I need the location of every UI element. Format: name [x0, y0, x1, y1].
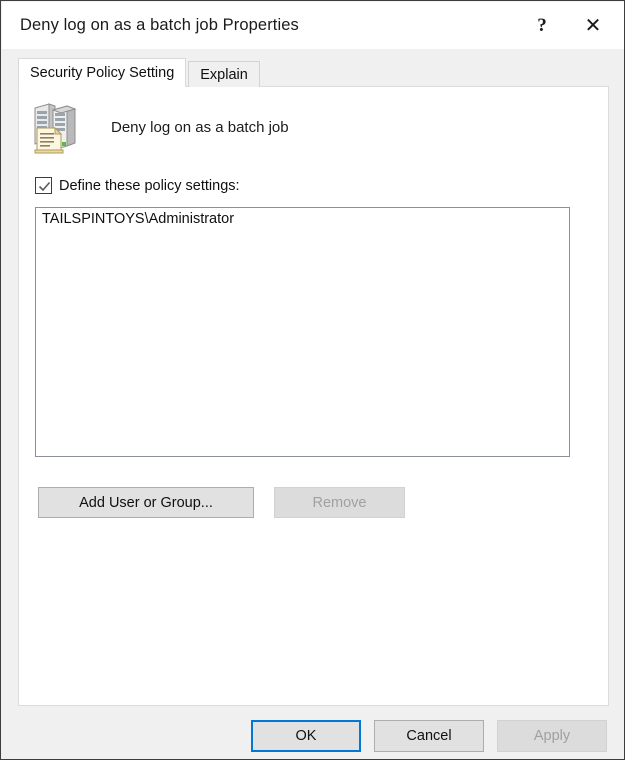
server-policy-icon	[31, 100, 79, 154]
tab-explain[interactable]: Explain	[188, 61, 260, 87]
close-icon: ✕	[584, 14, 602, 37]
apply-button[interactable]: Apply	[497, 719, 607, 752]
properties-dialog: Deny log on as a batch job Properties ? …	[0, 0, 625, 760]
tab-security-policy-setting[interactable]: Security Policy Setting	[18, 58, 187, 87]
cancel-label: Cancel	[406, 727, 452, 744]
checkbox-box	[35, 177, 52, 194]
remove-button[interactable]: Remove	[274, 487, 405, 518]
define-policy-settings-checkbox[interactable]: Define these policy settings:	[35, 177, 240, 194]
help-button[interactable]: ?	[519, 2, 565, 49]
help-icon: ?	[537, 15, 547, 36]
policy-header: Deny log on as a batch job	[31, 100, 289, 154]
checkmark-icon	[38, 181, 51, 192]
add-user-or-group-label: Add User or Group...	[79, 494, 213, 511]
add-user-or-group-button[interactable]: Add User or Group...	[38, 487, 254, 518]
apply-label: Apply	[533, 727, 571, 744]
tab-strip: Security Policy Setting Explain	[18, 58, 260, 87]
dialog-footer: OK Cancel Apply	[1, 711, 624, 759]
ok-button[interactable]: OK	[251, 719, 361, 752]
window-title: Deny log on as a batch job Properties	[20, 16, 299, 34]
remove-label: Remove	[312, 494, 367, 511]
title-bar: Deny log on as a batch job Properties ? …	[2, 2, 624, 49]
cancel-button[interactable]: Cancel	[374, 719, 484, 752]
policy-name: Deny log on as a batch job	[111, 118, 289, 136]
list-action-buttons: Add User or Group... Remove	[38, 487, 405, 518]
close-button[interactable]: ✕	[565, 2, 621, 49]
principals-listbox[interactable]: TAILSPINTOYS\Administrator	[35, 207, 570, 457]
ok-label: OK	[295, 727, 317, 744]
list-item[interactable]: TAILSPINTOYS\Administrator	[36, 208, 569, 230]
tab-label: Explain	[200, 66, 248, 83]
checkbox-label: Define these policy settings:	[59, 177, 240, 194]
security-policy-setting-panel: Deny log on as a batch job Define these …	[18, 86, 609, 706]
tab-label: Security Policy Setting	[30, 65, 175, 81]
